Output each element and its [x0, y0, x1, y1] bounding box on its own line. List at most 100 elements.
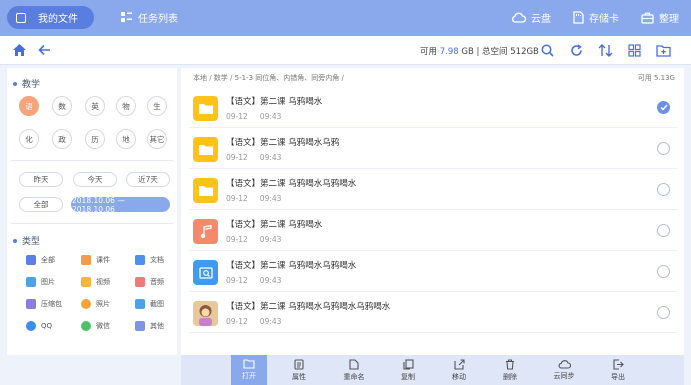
- type-photo[interactable]: 照片: [81, 299, 110, 309]
- file-name: 【语文】第二课 乌鸦喝水乌鸦: [226, 138, 340, 148]
- sort-button[interactable]: [596, 41, 615, 60]
- date-last-7-days[interactable]: 近7天: [126, 172, 170, 187]
- search-button[interactable]: [538, 41, 557, 60]
- export-icon: [612, 358, 624, 370]
- file-row[interactable]: 【语文】第二课 乌鸦喝水乌鸦喝水 09-12 09:43: [189, 170, 677, 210]
- copy-label: 复制: [401, 372, 415, 381]
- file-date: 09-12: [226, 194, 248, 203]
- type-video[interactable]: 视频: [81, 277, 110, 287]
- search-icon: [541, 44, 554, 57]
- subject-math[interactable]: 数: [52, 96, 72, 116]
- row-checkbox[interactable]: [657, 224, 670, 237]
- cloud-label: 云盘: [531, 14, 551, 25]
- archive-icon: [26, 299, 36, 309]
- file-name: 【语文】第二课 乌鸦喝水乌鸦喝水: [226, 261, 357, 271]
- refresh-button[interactable]: [567, 41, 586, 60]
- organize-button[interactable]: 整理: [641, 10, 679, 25]
- file-time: 09:43: [259, 194, 282, 203]
- image-icon: [26, 277, 36, 287]
- row-checkbox[interactable]: [657, 183, 670, 196]
- move-icon: [453, 358, 465, 370]
- copy-icon: [402, 358, 414, 370]
- file-meta: 09-12 09:43: [226, 153, 293, 162]
- row-checkbox[interactable]: [657, 142, 670, 155]
- storage-card-button[interactable]: 存储卡: [573, 10, 619, 25]
- toolbox-icon: [641, 12, 654, 24]
- toolbar: 可用 7.98 GB | 总空间 512GB: [0, 36, 691, 65]
- date-today[interactable]: 今天: [73, 172, 117, 187]
- action-bar: 打开 属性 重命名 复制 移动 删除 云同步 导出: [181, 355, 684, 385]
- subject-chemistry[interactable]: 化: [19, 129, 39, 149]
- type-audio[interactable]: 音频: [135, 277, 164, 287]
- type-screenshot[interactable]: 截图: [135, 299, 164, 309]
- new-folder-button[interactable]: [654, 41, 673, 60]
- trash-icon: [506, 358, 514, 370]
- copy-button[interactable]: 复制: [390, 355, 426, 385]
- type-courseware[interactable]: 课件: [81, 255, 110, 265]
- rename-button[interactable]: 重命名: [336, 355, 372, 385]
- subject-geography[interactable]: 地: [116, 129, 136, 149]
- tab-task-list[interactable]: 任务列表: [121, 6, 178, 29]
- type-archive[interactable]: 压缩包: [26, 299, 62, 309]
- properties-button[interactable]: 属性: [281, 355, 317, 385]
- date-all[interactable]: 全部: [19, 197, 63, 212]
- file-time: 09:43: [259, 317, 282, 326]
- row-checkbox[interactable]: [657, 306, 670, 319]
- cloud-sync-label: 云同步: [553, 372, 575, 380]
- subject-biology[interactable]: 生: [147, 96, 167, 116]
- type-image[interactable]: 图片: [26, 277, 55, 287]
- file-row[interactable]: 【语文】第二课 乌鸦喝水 09-12 09:43: [189, 211, 677, 251]
- export-button[interactable]: 导出: [600, 355, 636, 385]
- file-row[interactable]: 【语文】第二课 乌鸦喝水乌鸦喝水 09-12 09:43: [189, 252, 677, 292]
- refresh-icon: [571, 44, 582, 56]
- all-types-icon: [26, 255, 36, 265]
- file-name: 【语文】第二课 乌鸦喝水: [226, 220, 323, 230]
- file-row[interactable]: 【语文】第二课 乌鸦喝水 09-12 09:43: [189, 88, 677, 128]
- type-document-label: 文档: [150, 256, 164, 264]
- folder-icon: [193, 137, 218, 162]
- subject-physics[interactable]: 物: [116, 96, 136, 116]
- file-meta: 09-12 09:43: [226, 276, 293, 285]
- type-other[interactable]: 其他: [135, 321, 164, 331]
- type-wechat[interactable]: 微信: [81, 321, 110, 331]
- storage-card-label: 存储卡: [589, 14, 619, 25]
- type-document[interactable]: 文档: [135, 255, 164, 265]
- breadcrumb[interactable]: 本地 / 数学 / 5-1-3 同位角、内错角、同旁内角 /: [193, 73, 344, 83]
- subject-other[interactable]: 其它: [147, 129, 167, 149]
- open-button[interactable]: 打开: [231, 355, 267, 385]
- move-button[interactable]: 移动: [441, 355, 477, 385]
- delete-button[interactable]: 删除: [492, 355, 528, 385]
- cloud-button[interactable]: 云盘: [511, 10, 551, 25]
- view-toggle-button[interactable]: [625, 41, 644, 60]
- file-date: 09-12: [226, 112, 248, 121]
- subject-history[interactable]: 历: [85, 129, 105, 149]
- type-audio-label: 音频: [150, 278, 164, 286]
- courseware-icon: [81, 255, 91, 265]
- type-qq-label: QQ: [41, 322, 53, 330]
- qq-icon: [26, 321, 36, 331]
- type-all-label: 全部: [41, 256, 55, 264]
- row-checkbox[interactable]: [657, 265, 670, 278]
- delete-label: 删除: [503, 372, 517, 381]
- date-yesterday[interactable]: 昨天: [19, 172, 63, 187]
- file-row[interactable]: 【语文】第二课 乌鸦喝水乌鸦 09-12 09:43: [189, 129, 677, 169]
- move-label: 移动: [452, 372, 466, 381]
- subject-politics[interactable]: 政: [52, 129, 72, 149]
- cloud-sync-button[interactable]: 云同步: [546, 355, 582, 385]
- tab-task-list-label: 任务列表: [138, 14, 178, 25]
- row-checkbox-checked[interactable]: [657, 101, 670, 114]
- tab-my-files[interactable]: 我的文件: [7, 6, 94, 29]
- type-all[interactable]: 全部: [26, 255, 55, 265]
- storage-available-value: 7.98: [439, 47, 459, 57]
- file-row[interactable]: 【语文】第二课 乌鸦喝水乌鸦喝水乌鸦喝水 09-12 09:43: [189, 293, 677, 333]
- type-screenshot-label: 截图: [150, 300, 164, 308]
- date-range-picker[interactable]: 2018.10.06 — 2018.10.06: [71, 196, 170, 214]
- type-qq[interactable]: QQ: [26, 321, 52, 331]
- back-arrow-icon[interactable]: [38, 44, 51, 56]
- home-icon[interactable]: [12, 43, 27, 57]
- section-dot: [13, 81, 17, 86]
- subject-english[interactable]: 英: [85, 96, 105, 116]
- subject-chinese[interactable]: 语: [19, 96, 39, 116]
- organize-label: 整理: [659, 14, 679, 25]
- file-meta: 09-12 09:43: [226, 194, 293, 203]
